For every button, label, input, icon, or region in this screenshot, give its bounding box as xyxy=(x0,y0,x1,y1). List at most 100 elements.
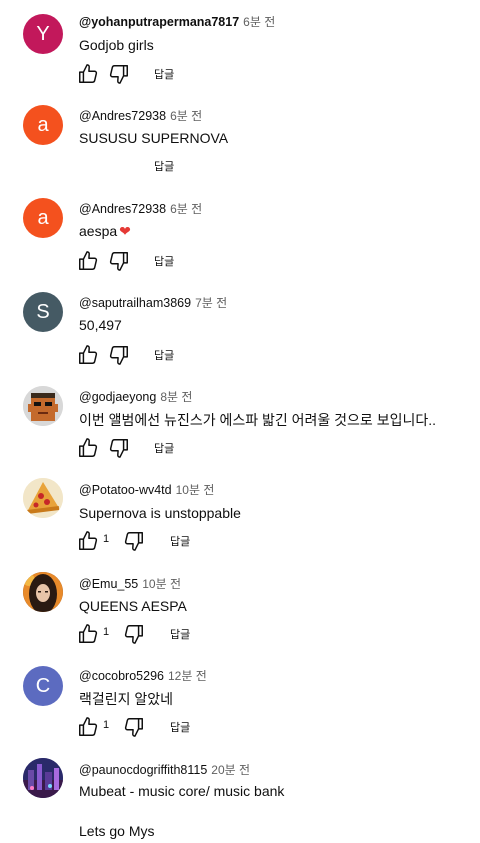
avatar[interactable]: Y xyxy=(23,14,63,54)
reply-button[interactable]: 답글 xyxy=(154,158,174,174)
thumb-down-icon xyxy=(109,65,128,84)
comment-header: @paunocdogriffith8115 20분 전 xyxy=(79,761,250,778)
comment-text-line2: Lets go Mys xyxy=(79,823,155,839)
avatar[interactable] xyxy=(23,386,63,426)
comment-actions: 답글 xyxy=(76,249,376,273)
timestamp[interactable]: 12분 전 xyxy=(168,669,207,683)
comment-text: 이번 앨범에선 뉴진스가 에스파 밟긴 어려울 것으로 보입니다.. xyxy=(79,412,437,428)
comment-header: @yohanputrapermana7817 6분 전 xyxy=(79,13,275,30)
like-button[interactable] xyxy=(76,622,100,646)
thumb-up-icon xyxy=(79,624,98,643)
avatar[interactable] xyxy=(23,572,63,612)
like-button[interactable] xyxy=(76,343,100,367)
like-count: 1 xyxy=(103,626,110,638)
pixel-face-avatar-icon xyxy=(23,386,63,426)
author-handle[interactable]: @godjaeyong xyxy=(79,390,156,404)
timestamp[interactable]: 6분 전 xyxy=(170,109,202,123)
timestamp[interactable]: 20분 전 xyxy=(211,763,250,777)
reply-button[interactable]: 답글 xyxy=(154,347,174,363)
dislike-button[interactable] xyxy=(107,62,131,86)
avatar-letter: a xyxy=(37,206,49,229)
dislike-button[interactable] xyxy=(107,249,131,273)
reply-button[interactable]: 답글 xyxy=(170,533,190,549)
thumb-up-icon xyxy=(79,251,98,270)
avatar[interactable] xyxy=(23,758,63,798)
comment-actions: 답글 xyxy=(76,154,376,178)
comment-text: SUSUSU SUPERNOVA xyxy=(79,130,229,146)
pizza-cat-avatar-icon xyxy=(23,478,63,518)
comment-text: Mubeat - music core/ music bank xyxy=(79,783,285,799)
thumb-down-icon xyxy=(109,252,128,271)
reply-button[interactable]: 답글 xyxy=(170,626,190,642)
comment-text: 랙걸린지 알았네 xyxy=(79,691,174,707)
comment-text: aespa ❤ xyxy=(79,223,131,240)
timestamp[interactable]: 10분 전 xyxy=(142,577,181,591)
like-button[interactable] xyxy=(76,62,100,86)
author-handle[interactable]: @Emu_55 xyxy=(79,577,138,591)
like-count: 1 xyxy=(103,533,110,545)
dislike-button[interactable] xyxy=(107,343,131,367)
comment-header: @Potatoo-wv4td 10분 전 xyxy=(79,481,214,498)
comment-header: @godjaeyong 8분 전 xyxy=(79,388,192,405)
author-handle[interactable]: @cocobro5296 xyxy=(79,669,164,683)
comment-text: Supernova is unstoppable xyxy=(79,505,241,521)
comment-actions: 1 답글 xyxy=(76,715,376,739)
avatar-letter: S xyxy=(36,300,50,323)
avatar-letter: Y xyxy=(36,22,50,45)
red-heart-emoji: ❤ xyxy=(119,223,131,239)
avatar[interactable]: a xyxy=(23,198,63,238)
thumb-down-icon xyxy=(124,625,143,644)
like-button[interactable] xyxy=(76,249,100,273)
timestamp[interactable]: 7분 전 xyxy=(195,296,227,310)
comment-actions: 답글 xyxy=(76,62,376,86)
dislike-button[interactable] xyxy=(122,529,146,553)
comment-actions: 답글 xyxy=(76,343,376,367)
dislike-button[interactable] xyxy=(122,715,146,739)
thumb-up-icon xyxy=(79,64,98,83)
author-handle[interactable]: @Potatoo-wv4td xyxy=(79,483,172,497)
avatar[interactable]: a xyxy=(23,105,63,145)
avatar[interactable] xyxy=(23,478,63,518)
author-handle[interactable]: @paunocdogriffith8115 xyxy=(79,763,207,777)
thumb-up-icon xyxy=(79,438,98,457)
comment-header: @saputrailham3869 7분 전 xyxy=(79,294,227,311)
comment-header: @Andres72938 6분 전 xyxy=(79,200,202,217)
reply-button[interactable]: 답글 xyxy=(170,719,190,735)
comment-actions: 1 답글 xyxy=(76,622,376,646)
timestamp[interactable]: 6분 전 xyxy=(170,202,202,216)
reply-button[interactable]: 답글 xyxy=(154,66,174,82)
author-handle[interactable]: @Andres72938 xyxy=(79,109,166,123)
like-button[interactable] xyxy=(76,436,100,460)
like-button[interactable] xyxy=(76,529,100,553)
avatar-letter: C xyxy=(35,674,51,697)
avatar[interactable]: C xyxy=(23,666,63,706)
comment-header: @cocobro5296 12분 전 xyxy=(79,667,207,684)
thumb-down-icon xyxy=(124,718,143,737)
comment-text: Godjob girls xyxy=(79,37,154,53)
comment-actions: 1 답글 xyxy=(76,529,376,553)
author-handle[interactable]: @yohanputrapermana7817 xyxy=(79,15,239,29)
thumb-down-icon xyxy=(109,346,128,365)
dislike-button[interactable] xyxy=(122,622,146,646)
reply-button[interactable]: 답글 xyxy=(154,253,174,269)
comment-text-body: aespa xyxy=(79,223,118,239)
like-button[interactable] xyxy=(76,715,100,739)
city-night-avatar-icon xyxy=(23,758,63,798)
dislike-button[interactable] xyxy=(107,436,131,460)
thumb-up-icon xyxy=(79,531,98,550)
author-handle[interactable]: @Andres72938 xyxy=(79,202,166,216)
comment-actions: 답글 xyxy=(76,436,376,460)
timestamp[interactable]: 8분 전 xyxy=(160,390,192,404)
author-handle[interactable]: @saputrailham3869 xyxy=(79,296,191,310)
thumb-down-icon xyxy=(109,439,128,458)
comment-header: @Emu_55 10분 전 xyxy=(79,575,181,592)
comment-header: @Andres72938 6분 전 xyxy=(79,107,202,124)
avatar[interactable]: S xyxy=(23,292,63,332)
timestamp[interactable]: 10분 전 xyxy=(176,483,215,497)
reply-button[interactable]: 답글 xyxy=(154,440,174,456)
thumb-down-icon xyxy=(124,532,143,551)
thumb-up-icon xyxy=(79,717,98,736)
timestamp[interactable]: 6분 전 xyxy=(243,15,275,29)
comment-text: 50,497 xyxy=(79,317,122,333)
comment-text: QUEENS AESPA xyxy=(79,598,187,614)
